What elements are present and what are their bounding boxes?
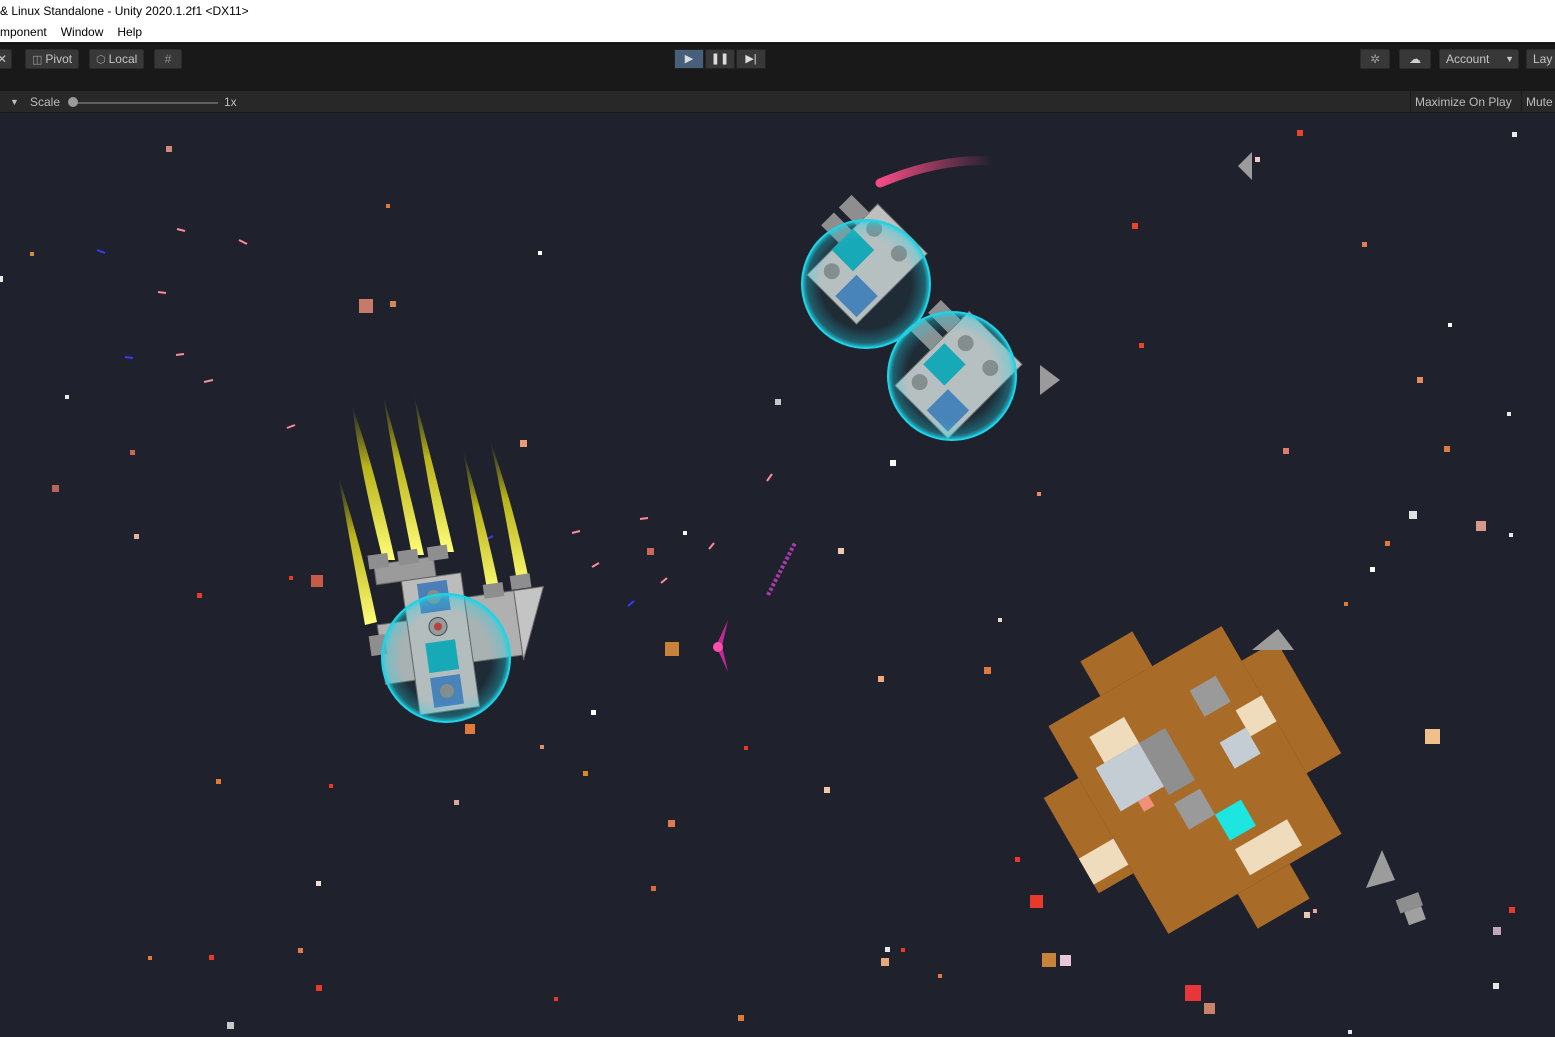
menu-item-help[interactable]: Help [117,22,142,42]
grid-snap-icon: # [164,52,172,66]
game-view-tab-strip [0,73,1555,91]
cloud-icon: ☁ [1409,52,1421,66]
window-title-bar: & Linux Standalone - Unity 2020.1.2f1 <D… [0,0,1555,22]
cloud-button[interactable]: ☁ [1399,49,1431,69]
play-button[interactable]: ▶ [674,49,704,69]
account-dropdown[interactable]: Account ▼ [1439,49,1519,69]
game-viewport[interactable] [0,113,1555,1037]
layers-dropdown[interactable]: Lay [1526,49,1555,69]
grid-snap-button[interactable]: # [154,49,182,69]
chevron-down-icon: ▼ [1505,54,1514,64]
rect-tool-icon: ✕ [0,52,8,66]
scale-slider-handle[interactable] [68,97,78,107]
scale-label: Scale [30,95,61,109]
player-ship [713,620,728,672]
laser-trail [766,542,797,596]
display-dropdown-icon[interactable]: ▼ [10,91,19,113]
pivot-toggle-button[interactable]: ◫ Pivot [25,49,80,69]
maximize-on-play-toggle[interactable]: Maximize On Play [1410,91,1512,113]
account-label: Account [1446,52,1490,66]
asteroid [1043,626,1342,934]
game-view-toolbar: ▼ Scale 1x Maximize On Play Mute [0,91,1555,113]
menu-bar: mponent Window Help [0,22,1555,42]
collab-icon: ✲ [1369,52,1381,66]
pause-icon: ❚❚ [710,53,730,65]
local-toggle-button[interactable]: ⬡ Local [89,49,145,69]
pink-thrust-trail [875,156,997,188]
mute-audio-toggle[interactable]: Mute [1521,91,1553,113]
rect-tool-button[interactable]: ✕ [0,49,12,69]
pause-button[interactable]: ❚❚ [705,49,735,69]
pivot-label: Pivot [45,52,73,66]
step-button[interactable]: ▶| [736,49,766,69]
menu-item-component[interactable]: mponent [0,22,47,42]
main-toolbar: ✕ ◫ Pivot ⬡ Local # ▶ ❚❚ ▶| ✲ ☁ Account ▼ … [0,43,1555,73]
local-cube-icon: ⬡ [96,54,106,66]
layers-label: Lay [1533,52,1553,66]
scale-slider-track[interactable] [72,102,218,104]
local-label: Local [108,52,138,66]
scale-value: 1x [224,95,237,109]
menu-item-window[interactable]: Window [61,22,104,42]
enemy-ship-top-a [801,194,931,349]
window-title: & Linux Standalone - Unity 2020.1.2f1 <D… [0,4,249,18]
play-icon: ▶ [684,53,694,65]
collab-button[interactable]: ✲ [1360,49,1390,69]
game-render [0,130,1517,1034]
step-icon: ▶| [745,53,757,65]
pivot-icon: ◫ [32,54,43,66]
